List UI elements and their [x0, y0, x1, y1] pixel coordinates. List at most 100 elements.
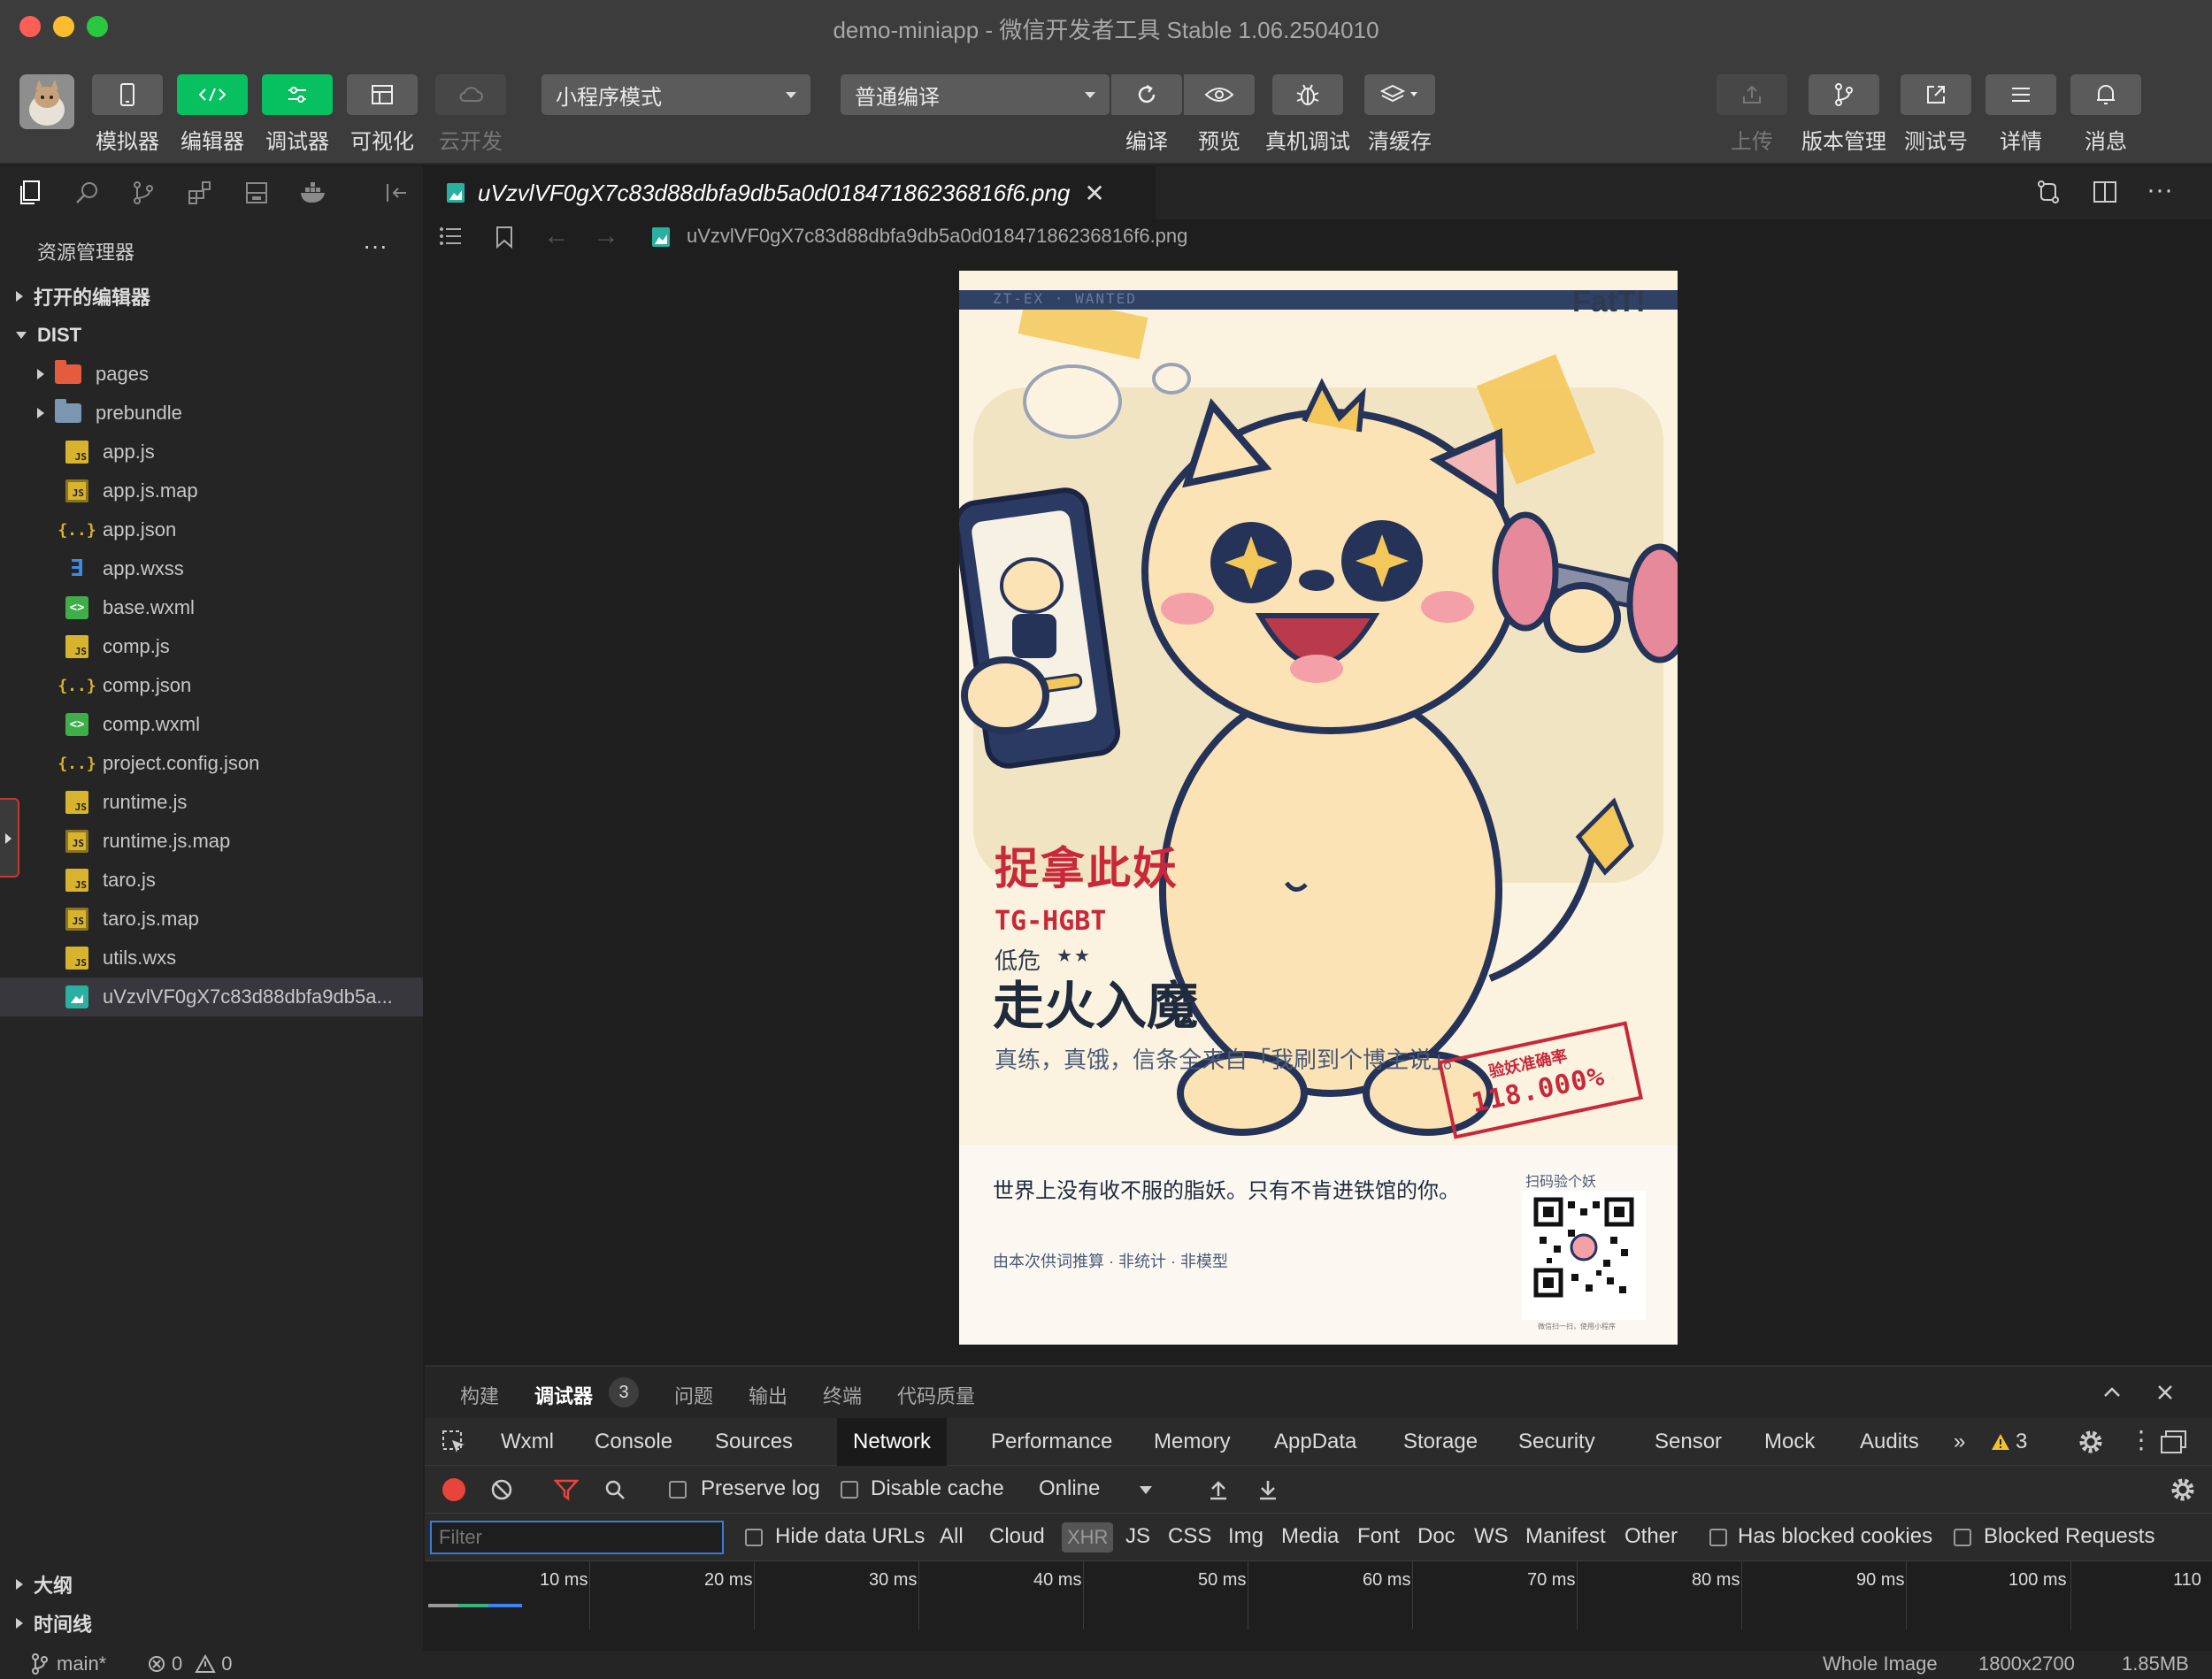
- compile-button[interactable]: [1111, 74, 1182, 115]
- maximize-panel-button[interactable]: [2101, 1381, 2124, 1408]
- type-filter-doc[interactable]: Doc: [1417, 1524, 1455, 1549]
- tab-debugger[interactable]: 调试器: [534, 1381, 593, 1409]
- type-filter-media[interactable]: Media: [1281, 1524, 1339, 1549]
- source-control-activity[interactable]: [126, 175, 161, 211]
- preview-button[interactable]: [1184, 74, 1255, 115]
- devtools-settings-button[interactable]: [2078, 1429, 2104, 1460]
- tree-item-prebundle[interactable]: prebundle: [0, 394, 423, 433]
- clear-cache-button[interactable]: [1364, 74, 1435, 115]
- type-filter-manifest[interactable]: Manifest: [1525, 1524, 1606, 1549]
- storage-activity[interactable]: [239, 175, 274, 211]
- forward-button[interactable]: →: [593, 221, 619, 251]
- type-filter-img[interactable]: Img: [1228, 1524, 1263, 1549]
- mode-select[interactable]: 小程序模式: [541, 74, 810, 115]
- extensions-activity[interactable]: [182, 175, 218, 211]
- devtools-tab-audits[interactable]: Audits: [1844, 1418, 1935, 1466]
- type-filter-other[interactable]: Other: [1624, 1524, 1678, 1549]
- git-branch-status[interactable]: main*: [30, 1652, 106, 1675]
- undock-button[interactable]: [2159, 1429, 2189, 1460]
- editor-tab-active[interactable]: uVzvlVF0gX7c83d88dbfa9db5a0d018471862368…: [425, 166, 1156, 219]
- simulator-toggle-handle[interactable]: [0, 798, 19, 878]
- record-button[interactable]: [442, 1478, 465, 1501]
- tree-item-project-config-json[interactable]: {..} project.config.json: [0, 744, 423, 783]
- details-button[interactable]: [1985, 74, 2056, 115]
- devtools-tab-security[interactable]: Security: [1502, 1418, 1611, 1466]
- collapse-sidebar-button[interactable]: [379, 175, 414, 211]
- devtools-tab-wxml[interactable]: Wxml: [485, 1418, 570, 1466]
- back-button[interactable]: ←: [543, 221, 570, 251]
- devtools-tab-sensor[interactable]: Sensor: [1639, 1418, 1738, 1466]
- dist-section[interactable]: DIST: [0, 316, 423, 355]
- devtools-tab-sources[interactable]: Sources: [699, 1418, 809, 1466]
- tree-item-runtime-js-map[interactable]: JS runtime.js.map: [0, 822, 423, 861]
- breadcrumb-file-name[interactable]: uVzvlVF0gX7c83d88dbfa9db5a0d018471862368…: [687, 225, 1187, 248]
- tree-item-taro-js[interactable]: JS taro.js: [0, 861, 423, 900]
- tree-item-app-json[interactable]: {..} app.json: [0, 510, 423, 549]
- problems-status[interactable]: 0 0: [147, 1652, 233, 1675]
- tree-item-base-wxml[interactable]: <> base.wxml: [0, 588, 423, 627]
- devtools-tab-network[interactable]: Network: [837, 1418, 948, 1466]
- tab-problems[interactable]: 问题: [674, 1381, 713, 1409]
- import-har-button[interactable]: [1207, 1478, 1230, 1506]
- close-tab-button[interactable]: ✕: [1084, 179, 1104, 208]
- devtools-tab-performance[interactable]: Performance: [975, 1418, 1128, 1466]
- search-button[interactable]: [603, 1478, 626, 1506]
- hide-data-urls-checkbox[interactable]: [745, 1529, 763, 1546]
- tree-item-pages[interactable]: pages: [0, 355, 423, 394]
- warnings-counter[interactable]: 3: [1991, 1418, 2027, 1466]
- simulator-button[interactable]: [92, 74, 163, 115]
- export-har-button[interactable]: [1256, 1478, 1279, 1506]
- more-tabs-button[interactable]: »: [1938, 1418, 1981, 1466]
- split-editor-button[interactable]: [2092, 179, 2118, 210]
- tree-item-comp-wxml[interactable]: <> comp.wxml: [0, 705, 423, 744]
- devtools-menu-button[interactable]: ⋮: [2129, 1425, 2154, 1454]
- type-filter-cloud[interactable]: Cloud: [989, 1524, 1045, 1549]
- tree-item-app-js-map[interactable]: JS app.js.map: [0, 472, 423, 510]
- explorer-activity[interactable]: [12, 175, 48, 211]
- outline-toggle-button[interactable]: [437, 225, 464, 252]
- tree-item-comp-json[interactable]: {..} comp.json: [0, 666, 423, 705]
- bookmark-button[interactable]: [494, 225, 515, 254]
- tree-item-app-js[interactable]: JS app.js: [0, 433, 423, 472]
- throttling-select[interactable]: Online: [1039, 1466, 1154, 1514]
- tree-item-utils-wxs[interactable]: JS utils.wxs: [0, 939, 423, 978]
- type-filter-ws[interactable]: WS: [1474, 1524, 1509, 1549]
- test-account-button[interactable]: [1901, 74, 1971, 115]
- devtools-tab-console[interactable]: Console: [579, 1418, 688, 1466]
- editor-button[interactable]: [177, 74, 248, 115]
- type-filter-css[interactable]: CSS: [1168, 1524, 1211, 1549]
- inspect-element-button[interactable]: [441, 1429, 467, 1460]
- tree-item-taro-js-map[interactable]: JS taro.js.map: [0, 900, 423, 939]
- tree-item-comp-js[interactable]: JS comp.js: [0, 627, 423, 666]
- tree-item-runtime-js[interactable]: JS runtime.js: [0, 783, 423, 822]
- devtools-tab-appdata[interactable]: AppData: [1258, 1418, 1372, 1466]
- upload-button[interactable]: [1717, 74, 1787, 115]
- devtools-tab-mock[interactable]: Mock: [1748, 1418, 1831, 1466]
- editor-more-button[interactable]: ···: [2147, 175, 2173, 205]
- tab-terminal[interactable]: 终端: [823, 1381, 862, 1409]
- messages-button[interactable]: [2070, 74, 2141, 115]
- devtools-tab-storage[interactable]: Storage: [1387, 1418, 1494, 1466]
- type-filter-font[interactable]: Font: [1357, 1524, 1400, 1549]
- compare-button[interactable]: [2033, 177, 2063, 211]
- tab-code-quality[interactable]: 代码质量: [897, 1381, 975, 1409]
- debugger-button[interactable]: [262, 74, 333, 115]
- version-management-button[interactable]: [1809, 74, 1879, 115]
- visualization-button[interactable]: [347, 74, 418, 115]
- device-debug-button[interactable]: [1272, 74, 1343, 115]
- search-activity[interactable]: [69, 175, 104, 211]
- open-editors-section[interactable]: 打开的编辑器: [0, 277, 423, 316]
- close-panel-button[interactable]: [2154, 1381, 2177, 1408]
- clear-button[interactable]: [490, 1478, 513, 1506]
- type-filter-xhr[interactable]: XHR: [1062, 1522, 1114, 1552]
- tab-build[interactable]: 构建: [460, 1381, 499, 1409]
- filter-toggle-button[interactable]: [553, 1478, 580, 1506]
- type-filter-js[interactable]: JS: [1125, 1524, 1150, 1549]
- cloud-dev-button[interactable]: [435, 74, 506, 115]
- network-settings-button[interactable]: [2170, 1476, 2196, 1507]
- disable-cache-checkbox[interactable]: [841, 1481, 858, 1499]
- preserve-log-checkbox[interactable]: [669, 1481, 687, 1499]
- type-filter-all[interactable]: All: [940, 1524, 964, 1549]
- devtools-tab-memory[interactable]: Memory: [1138, 1418, 1247, 1466]
- blocked-requests-checkbox[interactable]: [1954, 1529, 1971, 1546]
